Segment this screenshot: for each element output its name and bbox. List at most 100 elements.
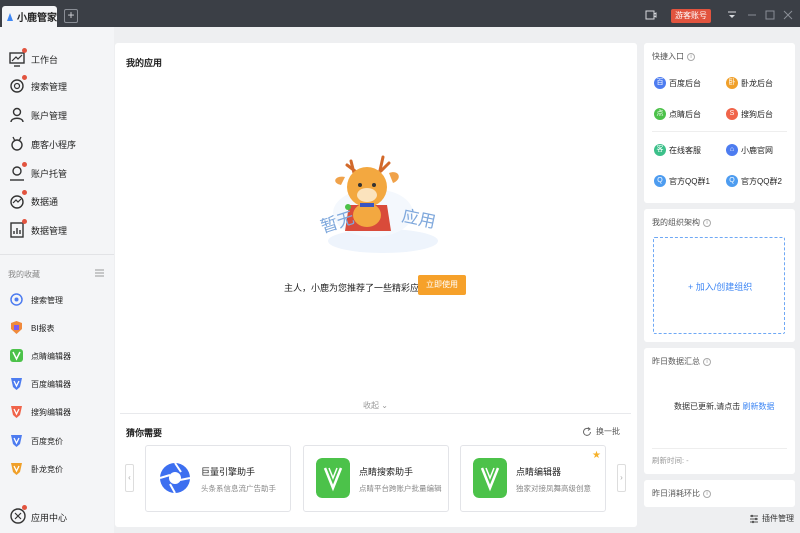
org-title: 我的组织架构 i [652,217,711,228]
join-create-org-button[interactable]: + 加入/创建组织 [653,237,785,334]
app-logo-icon [7,12,13,21]
title-bar: 小鹿管家 + 游客账号 [0,0,800,27]
sidebar-item-label: 账户托管 [31,169,68,179]
quick-entry-panel: 快捷入口 i 百百度后台 卧卧龙后台 点点睛后台 S 搜狗后台 客在线客服 ⌂ 小鹿官… [644,43,795,203]
qq-icon: Q [726,175,738,187]
quick-item-official-site[interactable]: ⌂ 小鹿官网 [726,144,773,156]
settings-icon [750,514,758,523]
prev-arrow-button[interactable]: ‹ [125,464,134,492]
favorite-item-baidu-editor[interactable]: 百度编辑器 [0,374,114,394]
bi-report-icon [11,321,22,334]
tab-xiaolu[interactable]: 小鹿管家 [2,6,57,27]
info-icon: i [703,357,711,366]
compare-title: 昨日消耗环比 i [652,488,711,499]
quick-entry-title-text: 快捷入口 [652,52,684,61]
page-title: 我的应用 [126,58,163,68]
guess-section-title: 猜你需要 [126,428,163,438]
collapse-toggle[interactable]: 收起 ⌄ [363,400,388,411]
favorite-label: 点睛编辑器 [31,352,71,361]
favorites-header: 我的收藏 [8,270,40,279]
deer-miniapp-icon [11,136,23,151]
info-icon: i [703,489,711,498]
app-card-title: 巨量引擎助手 [201,467,256,477]
sidebar-item-account-manage[interactable]: 账户管理 [0,104,114,126]
favorite-item-dianjing-editor[interactable]: 点睛编辑器 [0,346,114,366]
add-tab-button[interactable]: + [64,9,78,23]
plugin-manage-label: 插件管理 [762,514,794,523]
info-icon: i [703,218,711,227]
juliang-engine-icon [159,462,191,494]
sidebar-item-search-manage[interactable]: 搜索管理 [0,75,114,97]
favorite-label: 百度编辑器 [31,380,71,389]
sidebar-item-label: 工作台 [31,55,59,65]
sidebar-item-data-link[interactable]: 数据通 [0,190,114,212]
compare-title-text: 昨日消耗环比 [652,489,700,498]
refresh-label: 换一批 [596,427,620,436]
quick-item-label: 卧龙后台 [741,78,773,88]
quick-item-label: 点睛后台 [669,109,701,119]
app-card-desc: 点睛平台跨账户批量编辑 [359,484,442,493]
quick-item-sogou-backend[interactable]: S 搜狗后台 [726,108,773,120]
wolong-icon: 卧 [726,77,738,89]
quick-item-wolong-backend[interactable]: 卧卧龙后台 [726,77,773,89]
app-card-desc: 头条系信息流广告助手 [201,484,276,493]
tab-label: 小鹿管家 [17,13,57,24]
yesterday-data-panel: 昨日数据汇总 i 数据已更新,请点击 刷新数据 刷新时间: - [644,348,795,474]
app-card-dianjing-search[interactable]: 点睛搜索助手 点睛平台跨账户批量编辑 [303,445,449,512]
refresh-data-link[interactable]: 刷新数据 [742,402,774,411]
screen-icon[interactable] [645,10,657,20]
my-apps-panel: 我的应用 暂无 应用 主人，小鹿为您推荐了一些精彩应用 立即使用 收起 ⌄ 猜你… [115,43,637,527]
dropdown-icon[interactable] [727,10,737,20]
sidebar-item-data-manage[interactable]: 数据管理 [0,219,114,241]
org-panel: 我的组织架构 i + 加入/创建组织 [644,209,795,342]
favorite-item-baidu-bidding[interactable]: 百度竞价 [0,431,114,451]
refresh-batch-button[interactable]: 换一批 [582,426,620,437]
sidebar-item-workbench[interactable]: 工作台 [0,48,114,70]
quick-item-baidu-backend[interactable]: 百百度后台 [654,77,701,89]
menu-icon[interactable] [95,269,104,277]
app-card-dianjing-editor[interactable]: 点睛编辑器 独家对接凤舞高级创意 ★ [460,445,606,512]
sogou-icon: S [726,108,738,120]
quick-item-dianjing-backend[interactable]: 点点睛后台 [654,108,701,120]
quick-item-qq-group-1[interactable]: Q 官方QQ群1 [654,175,710,187]
sidebar-item-account-hosting[interactable]: 账户托管 [0,162,114,184]
sidebar-item-deer-miniapp[interactable]: 鹿客小程序 [0,133,114,155]
app-center[interactable]: 应用中心 [0,503,114,529]
plugin-manage-button[interactable]: 插件管理 [749,513,794,524]
org-title-text: 我的组织架构 [652,218,700,227]
star-icon: ★ [592,450,601,461]
app-center-label: 应用中心 [31,513,68,523]
qq-icon: Q [654,175,666,187]
favorite-item-bi-report[interactable]: BI报表 [0,318,114,338]
sidebar-item-label: 搜索管理 [31,82,68,92]
collapse-label: 收起 [363,401,379,410]
sidebar-divider [0,254,114,255]
quick-item-label: 在线客服 [669,145,701,155]
quick-item-label: 官方QQ群1 [669,176,710,186]
maximize-icon[interactable] [765,10,775,20]
baidu-editor-icon [11,378,22,390]
favorite-item-sogou-editor[interactable]: 搜狗编辑器 [0,402,114,422]
app-card-title: 点睛编辑器 [516,467,562,477]
next-arrow-button[interactable]: › [617,464,626,492]
quick-item-online-service[interactable]: 客在线客服 [654,144,701,156]
favorite-item-search-manage[interactable]: 搜索管理 [0,290,114,310]
quick-item-label: 搜狗后台 [741,109,773,119]
dianjing-editor-icon [473,458,507,498]
guest-account-button[interactable]: 游客账号 [671,9,711,23]
favorite-item-wolong-bidding[interactable]: 卧龙竞价 [0,459,114,479]
quick-item-qq-group-2[interactable]: Q 官方QQ群2 [726,175,782,187]
close-icon[interactable] [783,10,793,20]
customer-service-icon: 客 [654,144,666,156]
section-divider [120,413,631,414]
badge-dot [22,48,27,53]
yesterday-title: 昨日数据汇总 i [652,356,711,367]
app-card-juliang[interactable]: 巨量引擎助手 头条系信息流广告助手 [145,445,291,512]
minimize-icon[interactable] [747,10,757,20]
quick-item-label: 小鹿官网 [741,145,773,155]
account-icon [10,107,24,123]
home-icon: ⌂ [726,144,738,156]
info-icon: i [687,52,695,61]
use-now-button[interactable]: 立即使用 [418,275,466,295]
quick-item-label: 官方QQ群2 [741,176,782,186]
